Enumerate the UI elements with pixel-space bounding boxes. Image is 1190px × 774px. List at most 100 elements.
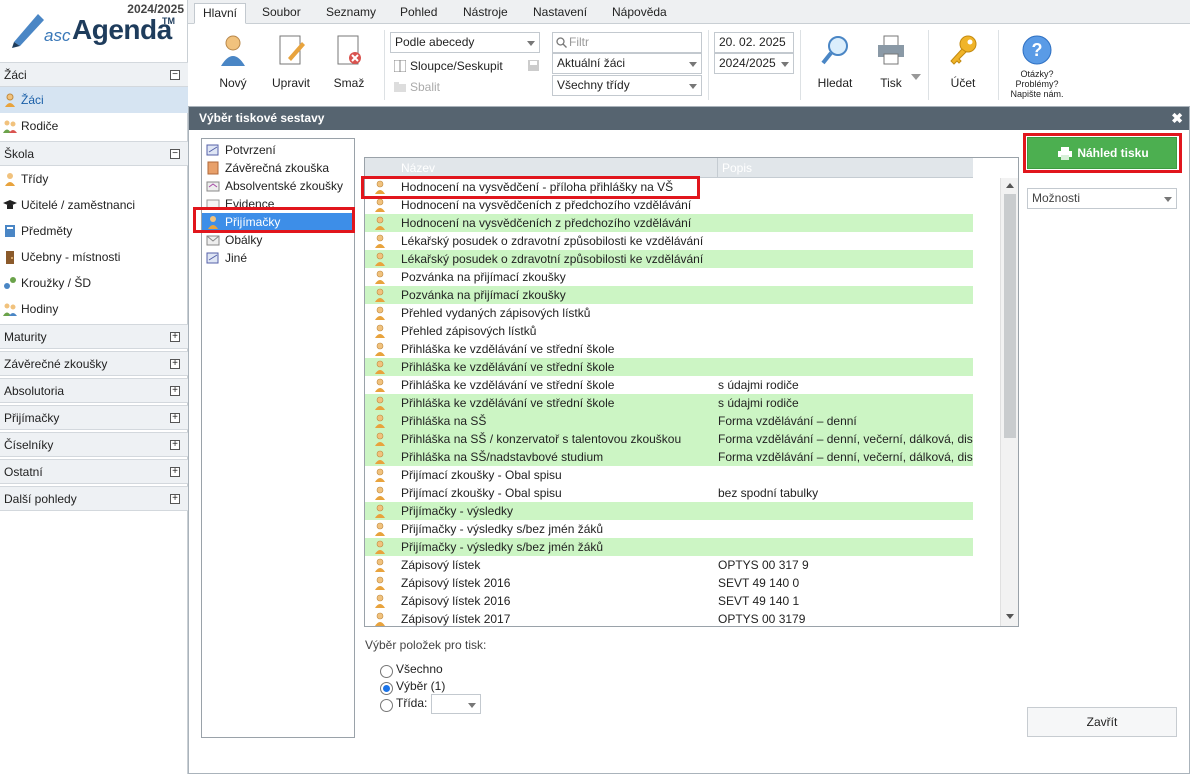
students-select[interactable]: Aktuální žáci [552,53,702,74]
tab-pohled[interactable]: Pohled [392,3,445,24]
section-ostatni[interactable]: Ostatní + [0,459,188,484]
section-ciselniky[interactable]: Číselníky + [0,432,188,457]
class-select[interactable] [431,694,481,714]
table-row[interactable]: Zápisový lístek 2017 OPTYS 00 3179 [365,610,973,626]
section-zaverecne-zkousky[interactable]: Závěrečné zkoušky + [0,351,188,376]
table-row[interactable]: Přihláška ke vzdělávání ve střední škole… [365,394,973,412]
delete-button[interactable]: Smaž [326,32,372,102]
section-zaci[interactable]: Žáci − [0,62,188,87]
selection-title: Výběr položek pro tisk: [365,638,487,652]
date-input[interactable]: 20. 02. 2025 [714,32,794,53]
column-header-desc[interactable]: Popis [718,158,973,178]
table-row[interactable]: Přihláška na SŠ/nadstavbové studium Forma… [365,448,973,466]
collapse-icon[interactable]: − [170,149,180,159]
section-maturity[interactable]: Maturity + [0,324,188,349]
category-potvrzeni[interactable]: Potvrzení [202,141,354,159]
chevron-down-icon [689,62,697,67]
collapse-icon[interactable]: − [170,70,180,80]
expand-icon[interactable]: + [170,467,180,477]
table-row[interactable]: Přihláška na SŠ / konzervatoř s talentov… [365,430,973,448]
section-absolutoria[interactable]: Absolutoria + [0,378,188,403]
sidebar-item-tridy[interactable]: Třídy [0,166,188,192]
search-button[interactable]: Hledat [812,32,858,102]
category-obalky[interactable]: Obálky [202,231,354,249]
new-button[interactable]: Nový [210,32,256,102]
report-description: SEVT 49 140 1 [718,594,800,608]
sidebar-item-ucitele[interactable]: Učitelé / zaměstnanci [0,192,188,218]
table-row[interactable]: Přihláška na SŠ Forma vzdělávání – denní [365,412,973,430]
report-description: bez spodní tabulky [718,486,819,500]
report-person-icon [375,324,385,338]
table-scrollbar[interactable] [1000,178,1018,626]
category-absolventske-zkousky[interactable]: Absolventské zkoušky [202,177,354,195]
table-row[interactable]: Přehled vydaných zápisových lístků [365,304,973,322]
tab-nastroje[interactable]: Nástroje [455,3,516,24]
expand-icon[interactable]: + [170,386,180,396]
close-icon[interactable]: ✖ [1171,110,1183,127]
section-dalsi-pohledy[interactable]: Další pohledy + [0,486,188,511]
radio-all[interactable] [380,665,393,678]
scroll-down-icon[interactable] [1006,614,1014,619]
section-skola[interactable]: Škola − [0,141,188,166]
table-row[interactable]: Lékařský posudek o zdravotní způsobilost… [365,232,973,250]
sort-select[interactable]: Podle abecedy [390,32,540,53]
options-select[interactable]: Možnosti [1027,188,1177,209]
column-header-name[interactable]: Název [365,158,718,178]
radio-class[interactable] [380,699,393,712]
close-button[interactable]: Zavřít [1027,707,1177,737]
logo-asc: asc [44,26,71,45]
sidebar-item-label: Rodiče [21,119,59,133]
table-row[interactable]: Pozvánka na přijímací zkoušky [365,286,973,304]
year-select[interactable]: 2024/2025 [714,53,794,74]
radio-selection[interactable] [380,682,393,695]
report-person-icon [375,396,385,410]
table-row[interactable]: Přehled zápisových lístků [365,322,973,340]
table-row[interactable]: Přihláška ke vzdělávání ve střední škole [365,358,973,376]
filter-input[interactable]: Filtr [552,32,702,53]
print-button[interactable]: Tisk [868,32,914,102]
category-zaverecna-zkouska[interactable]: Závěrečná zkouška [202,159,354,177]
sidebar-item-zaci[interactable]: Žáci [0,87,188,113]
expand-icon[interactable]: + [170,359,180,369]
expand-icon[interactable]: + [170,440,180,450]
table-row[interactable]: Přijímačky - výsledky s/bez jmén žáků [365,520,973,538]
table-row[interactable]: Zápisový lístek 2016 SEVT 49 140 0 [365,574,973,592]
category-label: Potvrzení [225,143,276,157]
print-dropdown-icon[interactable] [911,74,921,82]
tab-napoveda[interactable]: Nápověda [604,3,675,24]
tab-hlavni[interactable]: Hlavní [194,3,247,24]
table-row[interactable]: Hodnocení na vysvědčeních z předchozího … [365,214,973,232]
table-row[interactable]: Přijímačky - výsledky [365,502,973,520]
table-row[interactable]: Přijímačky - výsledky s/bez jmén žáků [365,538,973,556]
scrollbar-thumb[interactable] [1004,194,1016,438]
collapse-button[interactable]: Sbalit [392,78,492,96]
edit-button[interactable]: Upravit [268,32,314,102]
category-jine[interactable]: Jiné [202,249,354,267]
table-row[interactable]: Pozvánka na přijímací zkoušky [365,268,973,286]
table-row[interactable]: Lékařský posudek o zdravotní způsobilost… [365,250,973,268]
columns-button[interactable]: Sloupce/Seskupit [392,57,542,75]
table-row[interactable]: Přijímací zkoušky - Obal spisu [365,466,973,484]
expand-icon[interactable]: + [170,413,180,423]
classes-select[interactable]: Všechny třídy [552,75,702,96]
expand-icon[interactable]: + [170,494,180,504]
tab-soubor[interactable]: Soubor [254,3,309,24]
table-row[interactable]: Přihláška ke vzdělávání ve střední škole… [365,376,973,394]
other-icon [206,252,219,264]
table-row[interactable]: Zápisový lístek 2016 SEVT 49 140 1 [365,592,973,610]
sidebar-item-rodice[interactable]: Rodiče [0,113,188,139]
table-row[interactable]: Přihláška ke vzdělávání ve střední škole [365,340,973,358]
expand-icon[interactable]: + [170,332,180,342]
table-row[interactable]: Zápisový lístek OPTYS 00 317 9 [365,556,973,574]
sidebar-item-predmety[interactable]: Předměty [0,218,188,244]
help-button[interactable]: ? Otázky? Problémy? Napište nám. [1004,32,1070,102]
sidebar-item-ucebny[interactable]: Učebny - místnosti [0,244,188,270]
sidebar-item-krouzky[interactable]: Kroužky / ŠD [0,270,188,296]
sidebar-item-hodiny[interactable]: Hodiny [0,296,188,322]
tab-nastaveni[interactable]: Nastavení [525,3,595,24]
account-button[interactable]: Účet [940,32,986,102]
tab-seznamy[interactable]: Seznamy [318,3,384,24]
section-prijimacky[interactable]: Přijímačky + [0,405,188,430]
table-row[interactable]: Přijímací zkoušky - Obal spisu bez spodní… [365,484,973,502]
scroll-up-icon[interactable] [1006,183,1014,188]
